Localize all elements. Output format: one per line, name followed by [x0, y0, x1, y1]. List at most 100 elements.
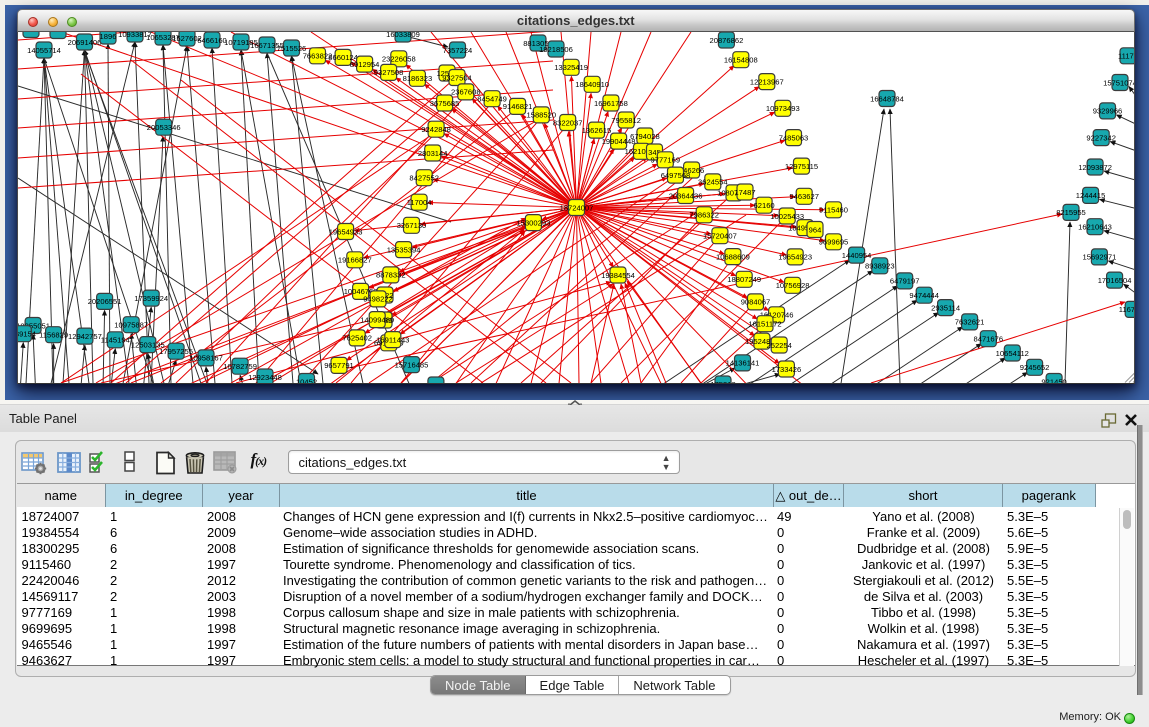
svg-text:15692971: 15692971 [1083, 253, 1117, 262]
svg-text:19384554: 19384554 [601, 271, 635, 280]
svg-text:16782759: 16782759 [223, 362, 257, 371]
svg-text:6466160: 6466160 [197, 36, 227, 45]
svg-text:15300293: 15300293 [517, 218, 551, 227]
svg-text:9463627: 9463627 [789, 192, 819, 201]
svg-text:8878332: 8878332 [376, 271, 406, 280]
svg-text:20876862: 20876862 [710, 36, 744, 45]
svg-text:18807249: 18807249 [727, 275, 761, 284]
svg-text:9327504: 9327504 [442, 73, 472, 82]
svg-text:19218506: 19218506 [539, 45, 573, 54]
svg-text:1896: 1896 [100, 32, 117, 41]
svg-text:16210643: 16210643 [1078, 223, 1112, 232]
svg-text:165031: 165031 [423, 381, 448, 384]
svg-text:20691406: 20691406 [68, 38, 102, 47]
svg-text:6497568: 6497568 [661, 171, 691, 180]
svg-text:12923448: 12923448 [248, 373, 282, 382]
svg-text:1733426: 1733426 [772, 365, 802, 374]
svg-text:9242848: 9242848 [421, 125, 451, 134]
svg-text:7632621: 7632621 [955, 318, 985, 327]
svg-text:15751074: 15751074 [1103, 78, 1134, 87]
svg-text:12213967: 12213967 [750, 77, 784, 86]
svg-text:117004: 117004 [407, 198, 432, 207]
svg-text:9474444: 9474444 [909, 291, 939, 300]
svg-text:10756928: 10756928 [776, 281, 810, 290]
svg-text:17016504: 17016504 [1098, 276, 1132, 285]
svg-text:3267130: 3267130 [397, 221, 427, 230]
svg-text:12093872: 12093872 [1078, 163, 1112, 172]
svg-text:10654112: 10654112 [996, 349, 1029, 358]
svg-text:9115460: 9115460 [819, 206, 848, 215]
svg-text:13325419: 13325419 [554, 63, 588, 72]
svg-text:10688609: 10688609 [716, 252, 750, 261]
svg-text:6479197: 6479197 [890, 277, 920, 286]
svg-text:14055714: 14055714 [27, 46, 61, 55]
svg-text:10973493: 10973493 [766, 104, 800, 113]
svg-text:175318: 175318 [710, 380, 735, 384]
svg-text:7357224: 7357224 [443, 46, 473, 55]
svg-text:1145194: 1145194 [101, 336, 130, 345]
svg-text:2803144: 2803144 [418, 149, 448, 158]
svg-text:14136141: 14136141 [726, 359, 760, 368]
svg-text:9777169: 9777169 [651, 156, 681, 165]
svg-text:18640910: 18640910 [575, 80, 609, 89]
svg-text:16151172: 16151172 [748, 320, 781, 329]
svg-text:7986322: 7986322 [689, 211, 719, 220]
svg-text:13535394: 13535394 [387, 245, 421, 254]
svg-text:8322037: 8322037 [553, 118, 583, 127]
svg-text:16154808: 16154808 [724, 56, 758, 65]
svg-text:1440954: 1440954 [842, 251, 872, 260]
svg-text:2935114: 2935114 [931, 303, 960, 312]
svg-text:19654933: 19654933 [329, 227, 363, 236]
svg-text:12942757: 12942757 [68, 332, 102, 341]
svg-text:9329966: 9329966 [1093, 107, 1123, 116]
svg-text:9657791: 9657791 [324, 361, 354, 370]
svg-text:23226058: 23226058 [382, 55, 416, 64]
svg-text:9699695: 9699695 [819, 238, 849, 247]
svg-text:1362615: 1362615 [582, 126, 612, 135]
svg-text:15720407: 15720407 [703, 232, 737, 241]
svg-text:17487: 17487 [734, 188, 755, 197]
svg-text:17359924: 17359924 [134, 294, 168, 303]
svg-text:19166827: 19166827 [338, 256, 372, 265]
svg-text:16961758: 16961758 [594, 99, 628, 108]
svg-text:9245652: 9245652 [1020, 363, 1050, 372]
svg-text:3675685: 3675685 [430, 99, 460, 108]
svg-text:17957255: 17957255 [159, 347, 193, 356]
svg-text:11171: 11171 [1118, 52, 1135, 61]
svg-text:9227342: 9227342 [1086, 133, 1116, 142]
svg-text:252254: 252254 [767, 341, 792, 350]
svg-text:16033809: 16033809 [386, 32, 420, 39]
svg-text:921450: 921450 [1041, 377, 1066, 383]
svg-text:939154: 939154 [18, 330, 36, 339]
svg-text:7625402: 7625402 [342, 334, 372, 343]
svg-text:20364436: 20364436 [669, 191, 703, 200]
svg-text:7485063: 7485063 [779, 133, 809, 142]
svg-text:14099489: 14099489 [360, 315, 394, 324]
svg-text:8215955: 8215955 [1056, 208, 1086, 217]
svg-text:1156829: 1156829 [39, 331, 68, 340]
svg-text:1167533: 1167533 [1119, 305, 1135, 314]
svg-text:6794028: 6794028 [630, 132, 660, 141]
svg-text:19654923: 19654923 [778, 253, 812, 262]
svg-text:9327508: 9327508 [374, 68, 404, 77]
svg-text:8938923: 8938923 [865, 262, 895, 271]
svg-text:10452: 10452 [296, 377, 317, 383]
svg-text:62160: 62160 [754, 201, 775, 210]
svg-text:1588520: 1588520 [527, 111, 557, 120]
svg-text:8186323: 8186323 [403, 74, 433, 83]
svg-text:8427552: 8427552 [409, 174, 439, 183]
svg-text:7955812: 7955812 [611, 116, 641, 125]
svg-text:3624554: 3624554 [698, 178, 728, 187]
svg-text:10958167: 10958167 [189, 354, 223, 363]
svg-text:1244415: 1244415 [1076, 191, 1106, 200]
svg-text:20206551: 20206551 [88, 297, 122, 306]
svg-text:15716485: 15716485 [395, 360, 429, 369]
svg-text:2367608: 2367608 [451, 88, 481, 97]
svg-text:10975887: 10975887 [114, 321, 148, 330]
svg-text:16648784: 16648784 [870, 94, 904, 103]
svg-text:9084067: 9084067 [741, 298, 771, 307]
svg-text:9498222: 9498222 [363, 295, 393, 304]
svg-text:964: 964 [809, 225, 822, 234]
svg-text:12975115: 12975115 [785, 162, 818, 171]
svg-text:16911443: 16911443 [376, 335, 409, 344]
